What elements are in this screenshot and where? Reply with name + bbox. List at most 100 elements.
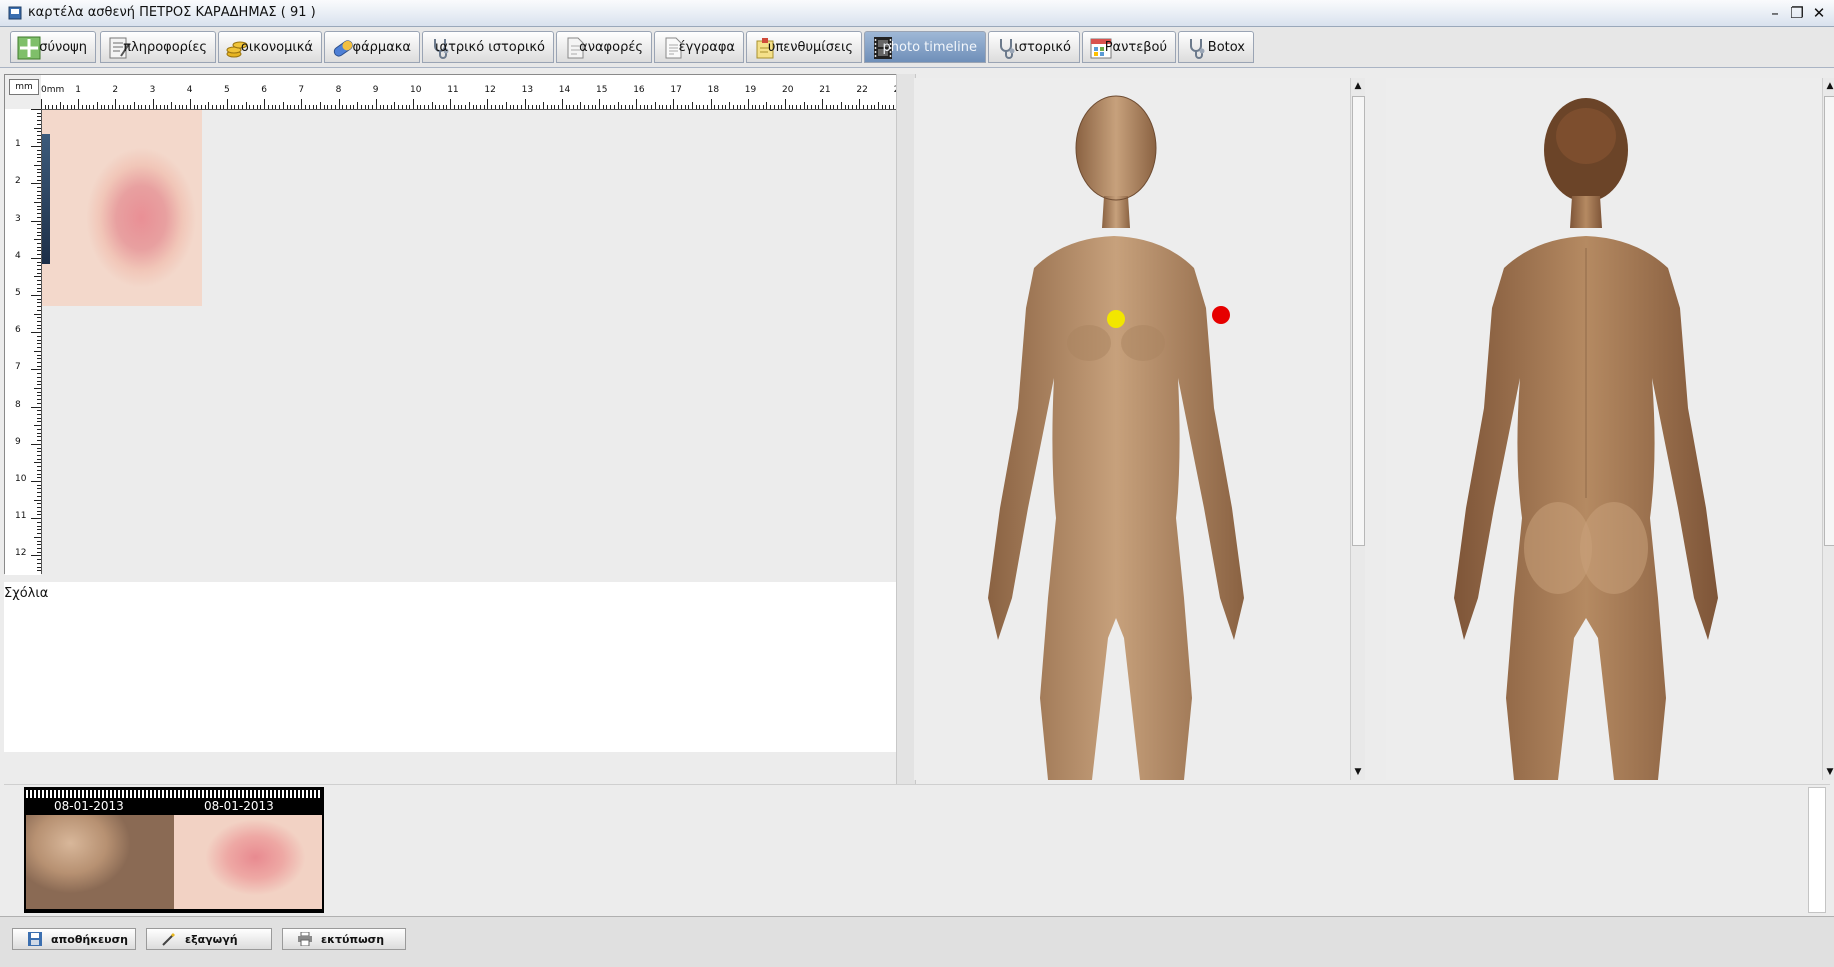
photo-background-strip xyxy=(42,134,50,264)
ruler-label: 7 xyxy=(15,362,21,373)
ruler-label: 5 xyxy=(224,85,230,95)
horizontal-ruler: 0mm 123456789101112131415161718192021222… xyxy=(41,75,905,109)
photo-date: 08-01-2013 xyxy=(204,799,274,813)
lesion-marker-shoulder[interactable] xyxy=(1212,306,1230,324)
ruler-label: 14 xyxy=(558,85,571,95)
ruler-tick xyxy=(34,127,41,129)
panel-splitter[interactable] xyxy=(896,74,916,784)
ruler-label: 9 xyxy=(15,436,21,447)
tab-documents[interactable]: έγγραφα xyxy=(654,31,744,63)
ruler-tick xyxy=(227,99,228,109)
ruler-label: 10 xyxy=(410,85,422,95)
tab-botox[interactable]: Botox xyxy=(1178,31,1254,63)
ruler-label: 1 xyxy=(15,139,21,150)
back-view-scrollbar[interactable]: ▲ ▼ xyxy=(1822,78,1834,780)
timeline-photo[interactable] xyxy=(26,815,174,909)
ruler-label: 22 xyxy=(856,85,868,95)
tab-reminders[interactable]: υπενθυμίσεις xyxy=(746,31,862,63)
ruler-tick xyxy=(617,102,619,109)
comments-panel[interactable]: Σχόλια xyxy=(4,582,896,752)
ruler-label: 2 xyxy=(112,85,119,95)
save-button[interactable]: αποθήκευση xyxy=(12,928,136,950)
ruler-label: 12 xyxy=(484,85,496,95)
ruler-tick xyxy=(264,99,266,109)
scroll-thumb[interactable] xyxy=(1352,96,1365,546)
ruler-label: 13 xyxy=(521,85,534,95)
close-button[interactable]: ✕ xyxy=(1808,3,1830,23)
ruler-tick xyxy=(31,406,41,408)
ruler-tick xyxy=(96,102,98,109)
ruler-tick xyxy=(301,99,303,109)
printer-icon xyxy=(298,932,312,946)
tab-photo-timeline[interactable]: photo timeline xyxy=(864,31,986,63)
ruler-tick xyxy=(338,99,340,109)
patient-card-window: καρτέλα ασθενή ΠΕΤΡΟΣ ΚΑΡΑΔΗΜΑΣ ( 91 ) –… xyxy=(0,0,1834,967)
photo-timeline: 08-01-2013 08-01-2013 xyxy=(4,784,1830,913)
tab-bar: σύνοψη πληροφορίες οικονομικά φάρμακα ια… xyxy=(0,27,1834,68)
tab-appointments[interactable]: Ραντεβού xyxy=(1082,31,1176,63)
maximize-button[interactable]: ❐ xyxy=(1786,3,1808,23)
ruler-tick xyxy=(31,257,41,259)
export-button[interactable]: εξαγωγή xyxy=(146,928,272,950)
tab-reports[interactable]: αναφορές xyxy=(556,31,652,63)
ruler-tick xyxy=(636,99,638,109)
ruler-tick xyxy=(31,146,41,148)
ruler-tick xyxy=(78,99,80,109)
tab-medical-history[interactable]: ιατρικό ιστορικό xyxy=(422,31,554,63)
unit-selector[interactable]: mm xyxy=(9,79,39,95)
back-body-figure xyxy=(1454,98,1718,780)
timeline-scrollbar[interactable] xyxy=(1808,787,1826,913)
tab-history[interactable]: ιστορικό xyxy=(988,31,1080,63)
scroll-up-icon[interactable]: ▲ xyxy=(1824,80,1834,92)
ruler-label: 6 xyxy=(15,325,21,336)
scroll-thumb[interactable] xyxy=(1824,96,1834,546)
scroll-up-icon[interactable]: ▲ xyxy=(1352,80,1364,92)
ruler-tick xyxy=(59,102,61,109)
body-map-front[interactable] xyxy=(914,78,1350,780)
tab-finance[interactable]: οικονομικά xyxy=(218,31,322,63)
film-perforations xyxy=(26,790,322,798)
body-map-back[interactable] xyxy=(1386,78,1822,780)
ruler-label: 19 xyxy=(744,85,757,95)
ruler-label: 8 xyxy=(15,399,21,410)
window-title: καρτέλα ασθενή ΠΕΤΡΟΣ ΚΑΡΑΔΗΜΑΣ ( 91 ) xyxy=(28,5,316,20)
print-button[interactable]: εκτύπωση xyxy=(282,928,406,950)
scroll-down-icon[interactable]: ▼ xyxy=(1352,766,1364,778)
ruler-label: 8 xyxy=(335,85,342,95)
lesion-photo[interactable] xyxy=(42,110,202,306)
tab-medication[interactable]: φάρμακα xyxy=(324,31,420,63)
ruler-tick xyxy=(31,369,41,371)
ruler-tick xyxy=(34,202,41,203)
ruler-tick xyxy=(34,350,41,352)
ruler-tick xyxy=(692,102,693,109)
tab-info[interactable]: πληροφορίες xyxy=(100,31,216,63)
ruler-tick xyxy=(152,99,154,109)
ruler-tick xyxy=(524,99,526,109)
ruler-tick xyxy=(673,99,675,109)
ruler-tick xyxy=(766,102,768,109)
ruler-label: 7 xyxy=(298,85,305,95)
photo-canvas[interactable] xyxy=(41,109,896,574)
ruler-tick xyxy=(34,164,41,166)
tab-summary[interactable]: σύνοψη xyxy=(10,31,96,63)
ruler-tick xyxy=(31,443,41,445)
ruler-label: 3 xyxy=(15,213,21,224)
front-body-figure xyxy=(988,95,1244,780)
ruler-label: 10 xyxy=(15,474,27,484)
stethoscope-icon xyxy=(1190,39,1205,59)
ruler-tick xyxy=(34,536,41,538)
ruler-tick xyxy=(710,99,712,109)
ruler-tick xyxy=(34,276,41,278)
front-view-scrollbar[interactable]: ▲ ▼ xyxy=(1350,78,1365,780)
lesion-marker-chest[interactable] xyxy=(1107,310,1125,328)
ruler-tick xyxy=(450,99,452,109)
scroll-down-icon[interactable]: ▼ xyxy=(1824,766,1834,778)
ruler-tick xyxy=(31,555,41,557)
timeline-photo[interactable] xyxy=(174,815,322,909)
ruler-tick xyxy=(245,102,247,109)
ruler-tick xyxy=(31,183,41,185)
ruler-label: 15 xyxy=(596,85,608,95)
minimize-button[interactable]: – xyxy=(1764,3,1786,23)
ruler-tick xyxy=(468,102,470,109)
ruler-tick xyxy=(31,295,41,296)
